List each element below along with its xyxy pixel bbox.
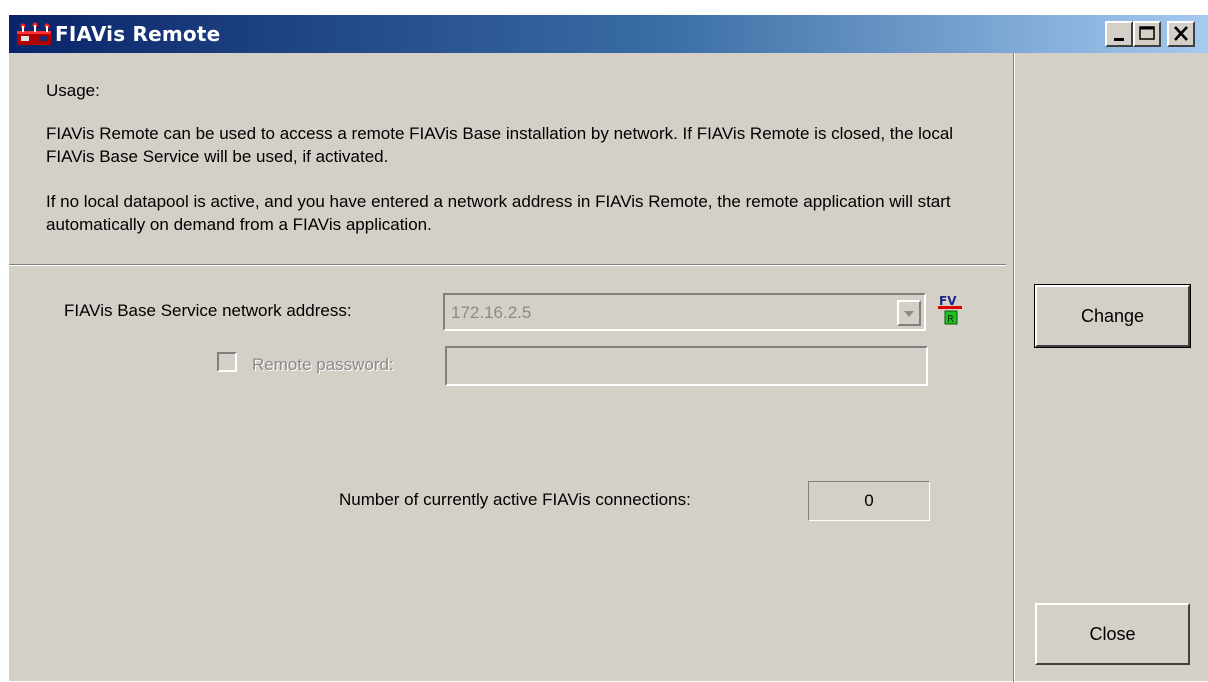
network-address-value: 172.16.2.5 <box>451 303 532 322</box>
active-connections-label: Number of currently active FIAVis connec… <box>339 490 691 509</box>
remote-password-input[interactable] <box>445 346 928 386</box>
usage-paragraph-1: FIAVis Remote can be used to access a re… <box>46 124 954 166</box>
fiavis-remote-icon: FV R <box>938 294 962 325</box>
maximize-button[interactable] <box>1133 21 1161 47</box>
minimize-button[interactable] <box>1105 21 1133 47</box>
horizontal-divider <box>9 264 1006 266</box>
remote-password-label: Remote password: <box>252 355 394 374</box>
vertical-divider <box>1013 53 1015 682</box>
usage-label: Usage: <box>46 81 100 100</box>
usage-paragraph-2: If no local datapool is active, and you … <box>46 192 951 234</box>
close-icon <box>1174 26 1188 41</box>
svg-text:R: R <box>947 314 954 325</box>
remote-password-checkbox[interactable] <box>217 352 237 372</box>
network-address-combobox[interactable]: 172.16.2.5 <box>443 293 926 331</box>
close-button[interactable]: Close <box>1035 603 1190 665</box>
title-bar[interactable]: FIAVis Remote <box>9 15 1208 53</box>
svg-text:FV: FV <box>939 294 957 308</box>
maximize-icon <box>1139 26 1155 40</box>
window-title: FIAVis Remote <box>55 22 221 46</box>
fiavis-app-icon <box>17 22 51 45</box>
active-connections-value: 0 <box>808 481 930 521</box>
chevron-down-icon <box>904 311 914 317</box>
minimize-icon <box>1114 38 1124 41</box>
change-button[interactable]: Change <box>1034 284 1191 348</box>
network-address-label: FIAVis Base Service network address: <box>64 301 352 320</box>
combobox-dropdown-button[interactable] <box>897 300 921 326</box>
close-window-button[interactable] <box>1167 21 1195 47</box>
fiavis-remote-window: FIAVis Remote Usage: FIAVis Remote can b… <box>8 14 1208 682</box>
